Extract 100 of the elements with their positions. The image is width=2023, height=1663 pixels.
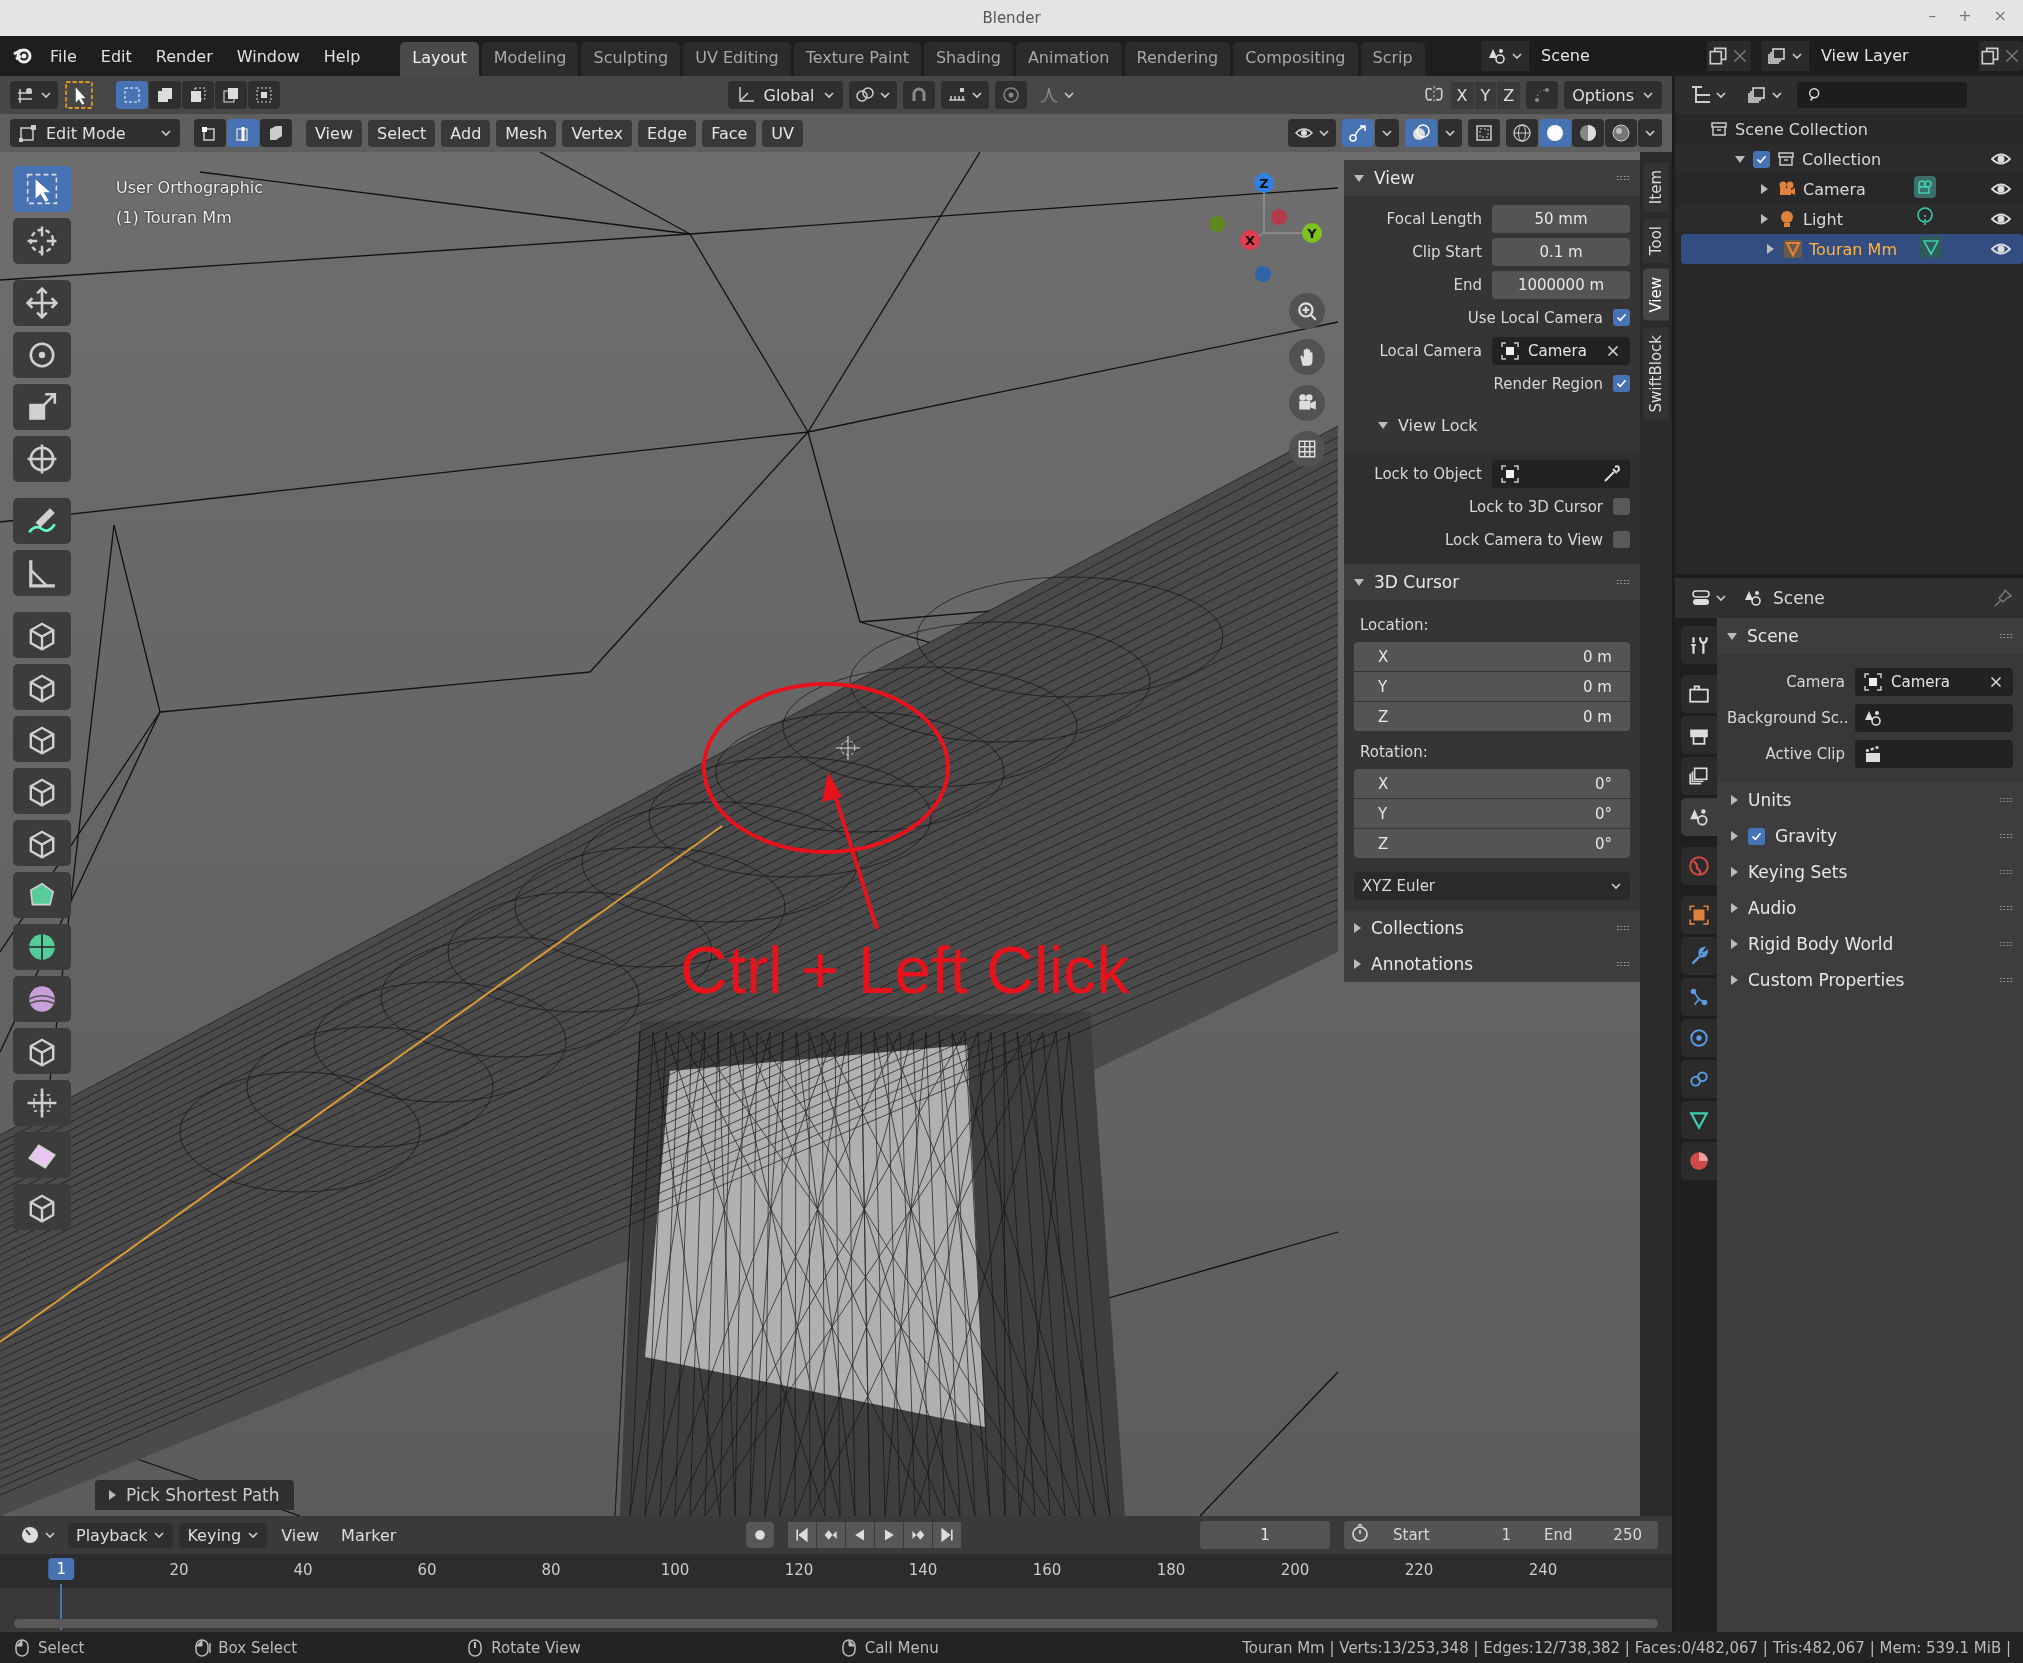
menu-item[interactable]: Window	[226, 42, 310, 70]
annotation-text: Ctrl + Left Click	[680, 932, 1130, 1008]
field-label: Focal Length	[1385, 209, 1482, 228]
sidebar-tab[interactable]: View	[1643, 269, 1669, 321]
frame-number: 140	[908, 1561, 938, 1579]
field-label: Local Camera	[1378, 341, 1482, 360]
vector-field[interactable]: Z 0 m	[1354, 702, 1630, 731]
object-name-label: (1) Touran Mm	[116, 208, 232, 227]
panel-header[interactable]: View Lock	[1354, 402, 1630, 441]
panel-header[interactable]: 3D Cursor	[1344, 564, 1640, 600]
close-button[interactable]: ×	[1991, 6, 2009, 25]
menu-item[interactable]: Marker	[333, 1522, 405, 1548]
menu-item[interactable]: Render	[145, 42, 223, 70]
menu-item[interactable]: View	[306, 119, 362, 147]
menu-item[interactable]: Help	[313, 42, 371, 70]
object-field[interactable]: Camera	[1492, 336, 1630, 365]
window-title: Blender	[982, 9, 1041, 27]
field-label: End	[1452, 275, 1482, 294]
menu-item[interactable]: File	[40, 42, 87, 70]
frame-number: 100	[660, 1561, 690, 1579]
minimize-button[interactable]: –	[1926, 6, 1939, 25]
options-dropdown[interactable]: Options	[1564, 81, 1662, 109]
section-label: Location:	[1359, 615, 1430, 636]
checkbox-label: Lock to 3D Cursor	[1468, 497, 1603, 516]
axis-toggle-button[interactable]: Z	[1497, 81, 1521, 109]
vector-field[interactable]: Z 0°	[1354, 829, 1630, 858]
number-field[interactable]: 50 mm	[1492, 204, 1630, 233]
frame-number: 200	[1280, 1561, 1310, 1579]
panel-header[interactable]: View	[1344, 160, 1640, 196]
last-operator-title: Pick Shortest Path	[126, 1485, 280, 1505]
sidebar-tab[interactable]: Item	[1643, 162, 1669, 213]
frame-number: 60	[417, 1561, 437, 1579]
menu-item[interactable]: Edge	[637, 119, 697, 147]
menu-item[interactable]: UV	[762, 119, 803, 147]
checkbox-label: Lock Camera to View	[1443, 530, 1603, 549]
frame-number: 220	[1404, 1561, 1434, 1579]
axis-toggle-button[interactable]: X	[1450, 81, 1474, 109]
menu-item[interactable]: Edit	[90, 42, 142, 70]
menu-item[interactable]: Add	[441, 119, 491, 147]
outliner-row[interactable]: Scene Collection	[1675, 114, 2023, 144]
axis-toggle-button[interactable]: Y	[1474, 81, 1497, 109]
frame-number: 20	[169, 1561, 189, 1579]
workspace-tab[interactable]: Shading	[923, 42, 1013, 76]
frame-number: 120	[784, 1561, 814, 1579]
frame-number: 160	[1032, 1561, 1062, 1579]
checkbox-label: Render Region	[1492, 374, 1603, 393]
workspace-tab[interactable]: Layout	[400, 42, 479, 76]
current-frame-field[interactable]: 1	[1200, 1521, 1330, 1549]
field-label: Clip Start	[1411, 242, 1482, 261]
checkbox-label: Use Local Camera	[1466, 308, 1603, 327]
end-frame-field[interactable]: End 250	[1528, 1526, 1658, 1544]
menu-item[interactable]: Playback	[68, 1522, 174, 1548]
workspace-tab[interactable]: Compositing	[1233, 42, 1358, 76]
panel-header[interactable]: Annotations	[1344, 946, 1640, 982]
workspace-tab[interactable]: Sculpting	[581, 42, 681, 76]
scene-name-field[interactable]: Scene	[1529, 41, 1707, 71]
menu-item[interactable]: View	[273, 1522, 328, 1548]
vector-field[interactable]: Y 0 m	[1354, 672, 1630, 701]
field-label: Active Clip	[1764, 745, 1845, 763]
vector-field[interactable]: Y 0°	[1354, 799, 1630, 828]
frame-number: 180	[1156, 1561, 1186, 1579]
menu-item[interactable]: Vertex	[562, 119, 632, 147]
mode-dropdown[interactable]: Edit Mode	[10, 119, 180, 147]
field-label: Background Sc..	[1727, 709, 1845, 727]
orientation-dropdown[interactable]: Global	[727, 81, 843, 109]
outliner-row[interactable]: Touran Mm	[1681, 234, 2023, 264]
last-operator-panel[interactable]: Pick Shortest Path	[95, 1480, 294, 1510]
menu-item[interactable]: Mesh	[496, 119, 557, 147]
rotation-mode-dropdown[interactable]: XYZ Euler	[1354, 872, 1630, 900]
playhead-marker[interactable]: 1	[48, 1558, 74, 1580]
workspace-tab[interactable]: UV Editing	[683, 42, 791, 76]
workspace-tab[interactable]: Scrip	[1360, 42, 1425, 76]
workspace-tab[interactable]: Rendering	[1124, 42, 1231, 76]
maximize-button[interactable]: +	[1956, 6, 1974, 25]
vector-field[interactable]: X 0 m	[1354, 642, 1630, 671]
sidebar-tab[interactable]: SwiftBlock	[1643, 326, 1669, 421]
frame-number: 40	[293, 1561, 313, 1579]
number-field[interactable]: 1000000 m	[1492, 270, 1630, 299]
view-layer-name-field[interactable]: View Layer	[1809, 41, 1979, 71]
scene-statistics: Touran Mm | Verts:13/253,348 | Edges:12/738,382 | Faces:0/482,067 | Tris:482,067 | Mem: 539.1 MiB |	[1242, 1638, 2011, 1657]
vector-field[interactable]: X 0°	[1354, 769, 1630, 798]
panel-header[interactable]: Collections	[1344, 910, 1640, 946]
frame-number: 80	[541, 1561, 561, 1579]
hint-label: Call Menu	[864, 1638, 939, 1657]
workspace-tab[interactable]: Texture Paint	[793, 42, 921, 76]
start-frame-field[interactable]: Start 1	[1377, 1526, 1527, 1544]
workspace-tab[interactable]: Modeling	[481, 42, 579, 76]
view-name-label: User Orthographic	[116, 178, 263, 197]
menu-item[interactable]: Face	[702, 119, 757, 147]
properties-context-label: Scene	[1773, 588, 1826, 608]
menu-item[interactable]: Keying	[179, 1522, 268, 1548]
workspace-tab[interactable]: Animation	[1015, 42, 1122, 76]
frame-number: 240	[1528, 1561, 1558, 1579]
hint-label: Rotate View	[491, 1638, 581, 1657]
outliner-row[interactable]: Camera	[1675, 174, 2023, 204]
section-label: Rotation:	[1359, 742, 1429, 763]
object-field[interactable]: Camera	[1855, 668, 2013, 696]
sidebar-tab[interactable]: Tool	[1643, 218, 1669, 264]
number-field[interactable]: 0.1 m	[1492, 237, 1630, 266]
menu-item[interactable]: Select	[367, 119, 436, 147]
